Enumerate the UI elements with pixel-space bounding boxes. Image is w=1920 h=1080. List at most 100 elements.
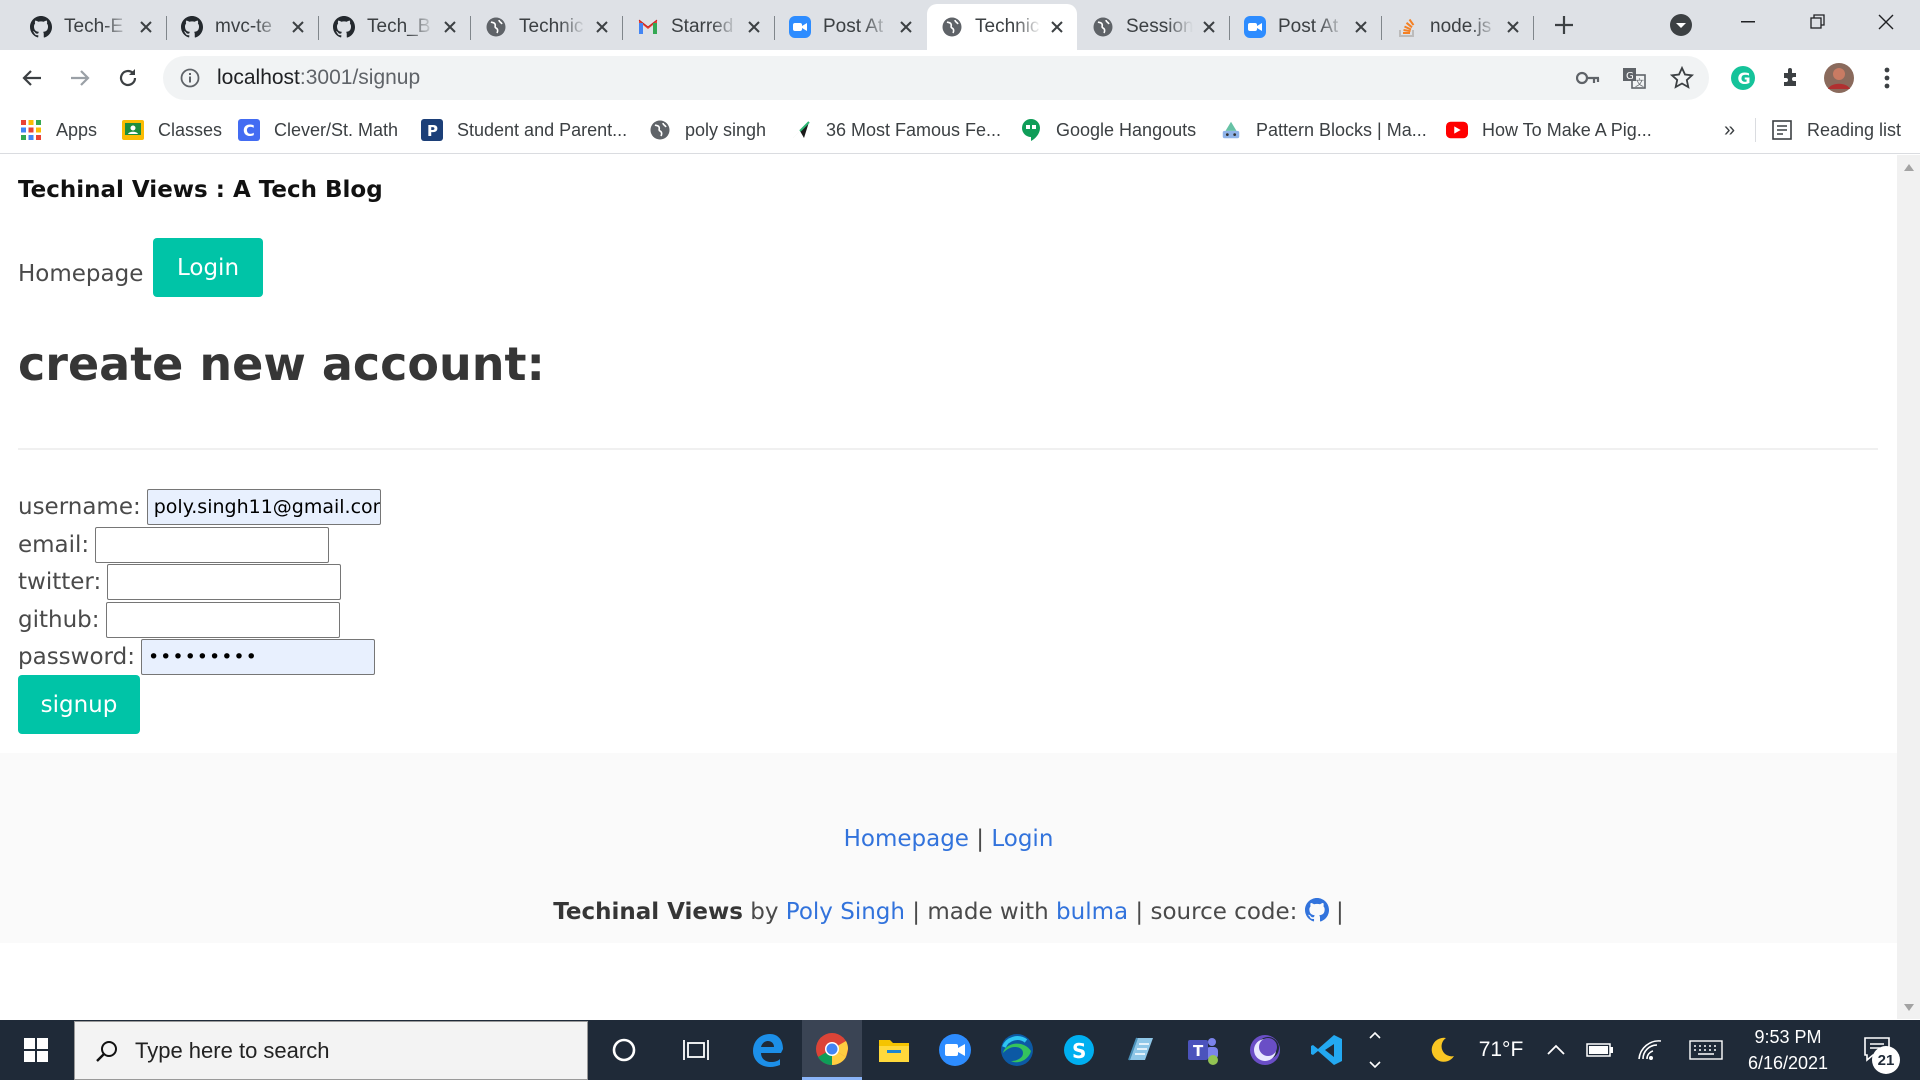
close-window-button[interactable] <box>1851 0 1920 44</box>
globe-icon <box>485 16 507 38</box>
github-row: github: <box>18 602 340 638</box>
teams-icon[interactable]: T <box>1174 1020 1232 1080</box>
bookmark-poly-singh[interactable]: poly singh <box>649 106 766 154</box>
bookmark-star-icon[interactable] <box>1662 58 1702 98</box>
close-icon[interactable] <box>744 17 764 37</box>
clock[interactable]: 9:53 PM 6/16/2021 <box>1738 1020 1838 1080</box>
bookmark-youtube[interactable]: How To Make A Pig... <box>1446 106 1652 154</box>
translate-icon[interactable]: G文 <box>1614 58 1654 98</box>
footer-login-link[interactable]: Login <box>991 826 1053 852</box>
browser-toolbar: localhost:3001/signup G文 G <box>0 50 1920 106</box>
close-icon[interactable] <box>896 17 916 37</box>
scroll-up-arrow[interactable] <box>1897 157 1920 177</box>
edge-legacy-icon[interactable] <box>738 1020 796 1080</box>
notepad-app-icon[interactable] <box>1112 1020 1170 1080</box>
bookmarks-bar: Apps Classes C Clever/St. Math P Student… <box>0 106 1920 154</box>
page-scrollbar[interactable] <box>1897 155 1920 1019</box>
scroll-down-arrow[interactable] <box>1897 997 1920 1017</box>
zoom-taskbar-icon[interactable] <box>926 1020 984 1080</box>
file-explorer-icon[interactable] <box>866 1020 922 1080</box>
tab-3[interactable]: Technic <box>471 4 623 50</box>
bookmark-student-parent[interactable]: P Student and Parent... <box>421 106 627 154</box>
battery-icon[interactable] <box>1582 1020 1618 1080</box>
new-tab-button[interactable] <box>1547 8 1581 42</box>
keyboard-icon[interactable] <box>1684 1020 1728 1080</box>
bookmark-clever[interactable]: C Clever/St. Math <box>238 106 398 154</box>
taskbar: Type here to search S T 71°F 9:53 PM 6/1… <box>0 1020 1920 1080</box>
chevron-up-icon[interactable] <box>1542 1020 1570 1080</box>
weather-temperature[interactable]: 71°F <box>1466 1020 1536 1080</box>
close-icon[interactable] <box>592 17 612 37</box>
task-view-icon[interactable] <box>668 1020 724 1080</box>
taskbar-search[interactable]: Type here to search <box>74 1021 588 1080</box>
svg-text:G: G <box>1626 71 1634 82</box>
start-button[interactable] <box>0 1020 72 1080</box>
bookmark-hangouts[interactable]: Google Hangouts <box>1020 106 1196 154</box>
vscode-icon[interactable] <box>1298 1020 1356 1080</box>
eclipse-icon[interactable] <box>1236 1020 1294 1080</box>
tab-8[interactable]: Post At <box>1230 4 1382 50</box>
bookmark-pattern-blocks[interactable]: Pattern Blocks | Ma... <box>1220 106 1427 154</box>
notification-center-button[interactable]: 21 <box>1850 1020 1906 1080</box>
show-hidden-icons-icon[interactable] <box>1362 1020 1388 1080</box>
back-button[interactable] <box>12 58 52 98</box>
wifi-icon[interactable] <box>1632 1020 1668 1080</box>
tab-4[interactable]: Starred <box>623 4 775 50</box>
clock-time: 9:53 PM <box>1754 1027 1822 1047</box>
menu-icon[interactable] <box>1867 58 1907 98</box>
email-label: email: <box>18 532 90 558</box>
username-label: username: <box>18 494 141 520</box>
bookmark-classes[interactable]: Classes <box>122 106 222 154</box>
tab-9[interactable]: node.js <box>1382 4 1534 50</box>
bookmarks-more-button[interactable]: » <box>1724 106 1735 154</box>
tab-6-active[interactable]: Technic <box>927 4 1077 50</box>
avatar[interactable] <box>1819 58 1859 98</box>
bookmark-famous[interactable]: 36 Most Famous Fe... <box>790 106 1001 154</box>
close-icon[interactable] <box>1351 17 1371 37</box>
password-field[interactable]: ••••••••• <box>140 639 375 675</box>
email-field[interactable] <box>95 527 330 563</box>
edge-icon[interactable] <box>988 1020 1046 1080</box>
signup-button[interactable]: signup <box>18 675 140 734</box>
close-icon[interactable] <box>440 17 460 37</box>
grammarly-icon[interactable]: G <box>1723 58 1763 98</box>
weather-moon-icon[interactable] <box>1424 1020 1460 1080</box>
close-icon[interactable] <box>1503 17 1523 37</box>
extensions-icon[interactable] <box>1771 58 1811 98</box>
bookmark-apps[interactable]: Apps <box>20 106 97 154</box>
close-icon[interactable] <box>1047 17 1067 37</box>
cortana-icon[interactable] <box>596 1020 652 1080</box>
tab-search-button[interactable] <box>1666 10 1696 40</box>
tab-1[interactable]: mvc-te <box>167 4 319 50</box>
footer-bulma-link[interactable]: bulma <box>1056 899 1128 925</box>
close-icon[interactable] <box>1199 17 1219 37</box>
close-icon[interactable] <box>288 17 308 37</box>
username-field[interactable]: poly.singh11@gmail.com <box>146 489 381 525</box>
address-bar[interactable]: localhost:3001/signup <box>163 56 1709 100</box>
minimize-button[interactable] <box>1713 0 1783 44</box>
footer-author-link[interactable]: Poly Singh <box>786 899 905 925</box>
tab-7[interactable]: Session <box>1078 4 1230 50</box>
tab-0[interactable]: Tech-E <box>16 4 167 50</box>
close-icon[interactable] <box>136 17 156 37</box>
reading-list-button[interactable]: Reading list <box>1771 106 1901 154</box>
tab-2[interactable]: Tech_B <box>319 4 471 50</box>
github-icon[interactable] <box>1304 898 1329 928</box>
nav-homepage-link[interactable]: Homepage <box>18 261 143 287</box>
site-info-icon[interactable] <box>177 65 203 91</box>
github-icon <box>181 16 203 38</box>
twitter-field[interactable] <box>107 564 342 600</box>
bookmark-label: Apps <box>56 119 98 140</box>
skype-icon[interactable]: S <box>1050 1020 1108 1080</box>
password-row: password: ••••••••• <box>18 639 375 675</box>
bookmark-label: Clever/St. Math <box>274 119 399 140</box>
reload-button[interactable] <box>108 58 148 98</box>
key-icon[interactable] <box>1568 58 1608 98</box>
tab-5[interactable]: Post At <box>775 4 926 50</box>
nav-login-button[interactable]: Login <box>153 238 263 297</box>
chrome-taskbar-icon[interactable] <box>802 1020 862 1080</box>
footer-homepage-link[interactable]: Homepage <box>844 826 969 852</box>
forward-button[interactable] <box>60 58 100 98</box>
restore-button[interactable] <box>1783 0 1853 44</box>
github-field[interactable] <box>105 602 340 638</box>
